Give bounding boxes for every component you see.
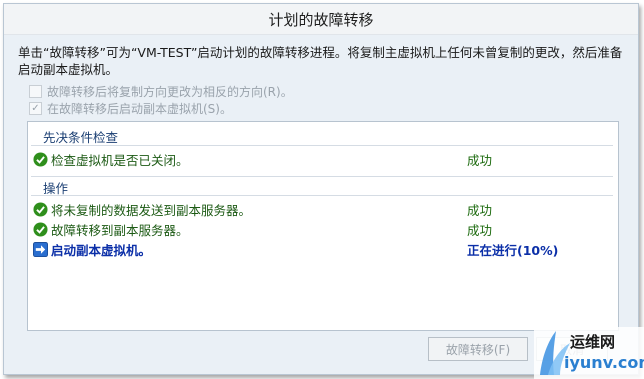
planned-failover-dialog: 计划的故障转移 单击“故障转移”可为“VM-TEST”启动计划的故障转移进程。将…	[3, 3, 639, 375]
watermark-bottom-text: iyunv.com	[564, 353, 644, 372]
task-label: 将未复制的数据发送到副本服务器。	[51, 202, 252, 218]
task-status: 成功	[467, 222, 493, 238]
success-check-icon	[33, 151, 48, 167]
task-label: 故障转移到副本服务器。	[51, 222, 189, 238]
reverse-replication-option[interactable]: 故障转移后将复制方向更改为相反的方向(R)。	[29, 83, 293, 99]
task-row: 故障转移到副本服务器。 成功	[33, 220, 608, 238]
start-replica-option[interactable]: ✓ 在故障转移后启动副本虚拟机(S)。	[29, 100, 232, 116]
success-check-icon	[33, 221, 48, 237]
actions-divider	[31, 195, 613, 196]
failover-button[interactable]: 故障转移(F)	[428, 337, 528, 361]
start-replica-checkbox[interactable]: ✓	[29, 101, 42, 115]
task-row-active: 启动副本虚拟机。 正在进行(10%)	[33, 240, 608, 258]
task-status: 正在进行(10%)	[467, 242, 559, 258]
reverse-replication-label: 故障转移后将复制方向更改为相反的方向(R)。	[47, 84, 293, 99]
dialog-description: 单击“故障转移”可为“VM-TEST”启动计划的故障转移进程。将复制主虚拟机上任…	[18, 45, 623, 77]
start-replica-label: 在故障转移后启动副本虚拟机(S)。	[47, 101, 232, 116]
task-status: 成功	[467, 202, 493, 218]
prereq-section-title: 先决条件检查	[43, 130, 119, 145]
reverse-replication-checkbox[interactable]	[29, 84, 42, 98]
task-status-panel: 先决条件检查 检查虚拟机是否已关闭。 成功 操作 将未复制的数据发送到副本服务器…	[27, 121, 619, 331]
prereq-divider	[31, 145, 613, 146]
watermark-top-text: 运维网	[570, 333, 616, 351]
task-row: 检查虚拟机是否已关闭。 成功	[33, 150, 608, 168]
site-watermark: 运维网 iyunv.com	[534, 327, 644, 379]
task-status: 成功	[467, 152, 493, 168]
task-label: 检查虚拟机是否已关闭。	[51, 152, 189, 168]
task-label: 启动副本虚拟机。	[51, 242, 152, 258]
success-check-icon	[33, 201, 48, 217]
title-bar: 计划的故障转移	[4, 4, 638, 35]
actions-divider-top	[31, 176, 613, 177]
task-row: 将未复制的数据发送到副本服务器。 成功	[33, 200, 608, 218]
dialog-title: 计划的故障转移	[268, 11, 374, 29]
in-progress-arrow-icon	[33, 241, 48, 257]
